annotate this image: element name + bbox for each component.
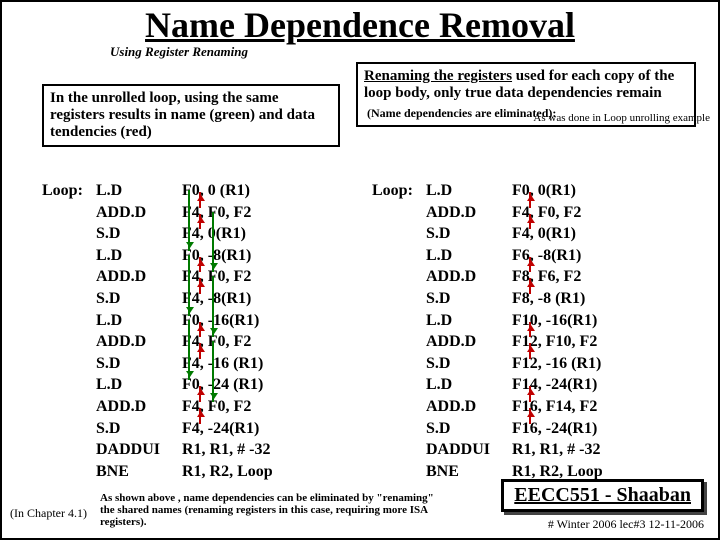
chapter-reference: (In Chapter 4.1) [10, 506, 87, 521]
code-arg: F16, -24(R1) [512, 418, 597, 440]
code-arg: F6, -8(R1) [512, 245, 581, 267]
code-arg: F10, -16(R1) [512, 310, 597, 332]
code-op: L.D [96, 374, 182, 396]
code-op: BNE [426, 461, 512, 483]
code-row: S.DF4, -24(R1) [42, 418, 342, 440]
code-arg: F4, -24(R1) [182, 418, 259, 440]
code-arg: F8, -8 (R1) [512, 288, 585, 310]
code-label: Loop: [372, 180, 426, 202]
code-op: ADD.D [96, 266, 182, 288]
true-dep-arrow [199, 192, 207, 208]
true-dep-arrow [199, 386, 207, 402]
true-dep-arrow [529, 386, 537, 402]
code-arg: F4, F0, F2 [512, 202, 581, 224]
slide-title: Name Dependence Removal [2, 4, 718, 46]
true-dep-arrow [199, 257, 207, 273]
code-arg: F14, -24(R1) [512, 374, 597, 396]
code-op: ADD.D [96, 202, 182, 224]
footnote: As shown above , name dependencies can b… [100, 492, 450, 528]
right-desc-underline: Renaming the registers [364, 68, 512, 84]
code-arg: F12, F10, F2 [512, 331, 597, 353]
code-arg: R1, R1, # -32 [182, 439, 270, 461]
true-dep-arrow [529, 192, 537, 208]
code-arg: R1, R1, # -32 [512, 439, 600, 461]
code-row: DADDUIR1, R1, # -32 [372, 439, 692, 461]
true-dep-arrow [199, 214, 207, 230]
code-op: S.D [96, 418, 182, 440]
slide-subtitle: Using Register Renaming [110, 44, 718, 60]
code-op: ADD.D [426, 331, 512, 353]
true-dep-arrow [529, 214, 537, 230]
code-label: Loop: [42, 180, 96, 202]
course-badge: EECC551 - Shaaban [501, 479, 704, 512]
left-description-box: In the unrolled loop, using the same reg… [42, 84, 340, 147]
right-desc-p1: Renaming the registers used for each cop… [364, 68, 688, 102]
true-dep-arrow [199, 322, 207, 338]
name-dep-arrow [212, 212, 220, 273]
true-dep-arrow [199, 278, 207, 294]
code-arg: F8, F6, F2 [512, 266, 581, 288]
name-dep-arrow [212, 276, 220, 337]
code-op: L.D [96, 180, 182, 202]
code-op: L.D [426, 310, 512, 332]
true-dep-arrow [529, 278, 537, 294]
code-op: L.D [426, 374, 512, 396]
name-dep-arrow [212, 341, 220, 402]
right-description-wrap: Renaming the registers used for each cop… [356, 62, 696, 127]
code-op: S.D [426, 353, 512, 375]
code-op: S.D [96, 223, 182, 245]
right-code-block: Loop:L.DF0, 0(R1)ADD.DF4, F0, F2S.DF4, 0… [372, 180, 692, 482]
code-op: ADD.D [96, 396, 182, 418]
code-arg: F16, F14, F2 [512, 396, 597, 418]
name-dep-arrow [188, 255, 196, 316]
code-row: ADD.DF4, F0, F2 [42, 396, 342, 418]
sidenote: As was done in Loop unrolling example [533, 112, 710, 124]
code-op: ADD.D [426, 202, 512, 224]
code-op: S.D [426, 288, 512, 310]
true-dep-arrow [199, 408, 207, 424]
code-op: ADD.D [426, 396, 512, 418]
code-op: ADD.D [96, 331, 182, 353]
code-arg: R1, R2, Loop [182, 461, 273, 483]
code-op: L.D [96, 245, 182, 267]
true-dep-arrow [529, 408, 537, 424]
code-arg: F12, -16 (R1) [512, 353, 601, 375]
code-op: L.D [96, 310, 182, 332]
true-dep-arrow [529, 257, 537, 273]
code-op: S.D [96, 288, 182, 310]
code-op: S.D [426, 418, 512, 440]
code-op: ADD.D [426, 266, 512, 288]
code-arg: F0, 0(R1) [512, 180, 576, 202]
code-op: S.D [426, 223, 512, 245]
code-row: BNER1, R2, Loop [42, 461, 342, 483]
name-dep-arrow [188, 320, 196, 381]
code-op: L.D [426, 180, 512, 202]
lecture-info: # Winter 2006 lec#3 12-11-2006 [548, 517, 704, 532]
name-dep-arrow [188, 190, 196, 251]
left-code-block: Loop:L.DF0, 0 (R1)ADD.DF4, F0, F2S.DF4, … [42, 180, 342, 482]
code-arg: F4, 0(R1) [512, 223, 576, 245]
true-dep-arrow [529, 322, 537, 338]
true-dep-arrow [199, 343, 207, 359]
code-op: DADDUI [96, 439, 182, 461]
code-op: DADDUI [426, 439, 512, 461]
code-op: L.D [426, 245, 512, 267]
code-op: S.D [96, 353, 182, 375]
code-row: DADDUIR1, R1, # -32 [42, 439, 342, 461]
code-op: BNE [96, 461, 182, 483]
true-dep-arrow [529, 343, 537, 359]
